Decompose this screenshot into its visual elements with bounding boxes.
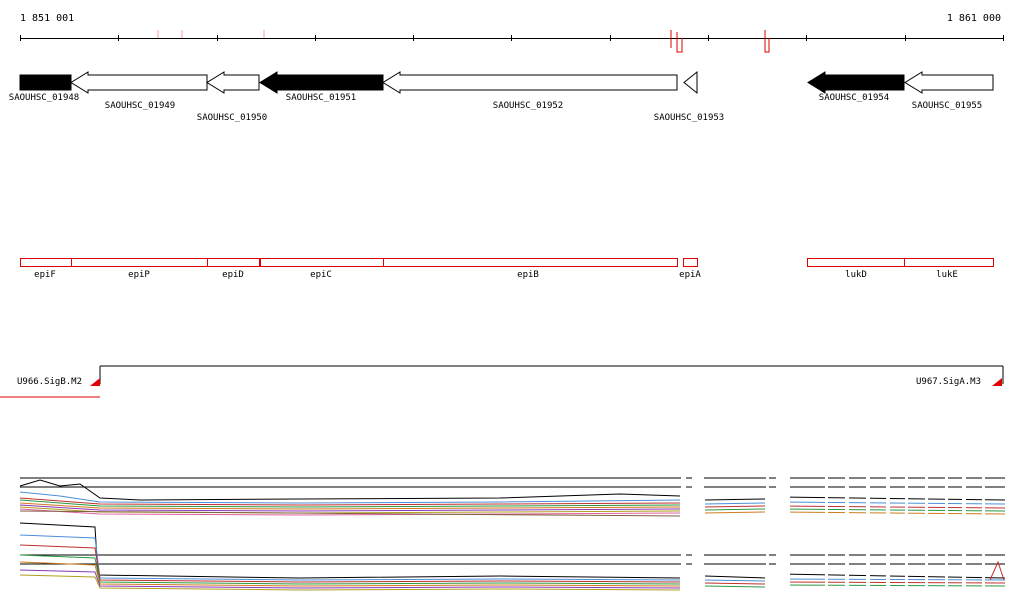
annotation-label-epiP: epiP [128,270,150,280]
gene-label-SAOUHSC_01952: SAOUHSC_01952 [492,101,564,111]
promoter-marker-left [90,378,100,386]
annotation-label-epiC: epiC [310,270,332,280]
genome-track-svg [0,30,1006,600]
promoter-label-left[interactable]: U966.SigB.M2 [17,377,82,387]
gene-arrow-SAOUHSC_01954 [807,71,905,94]
gene-arrow-SAOUHSC_01953 [683,70,698,95]
annotation-label-epiF: epiF [34,270,56,280]
gene-label-SAOUHSC_01948: SAOUHSC_01948 [8,93,80,103]
promoter-label-right[interactable]: U967.SigA.M3 [916,377,981,387]
gene-arrow-SAOUHSC_01950 [206,71,260,94]
coverage-track-2 [19,522,1006,591]
gene-label-SAOUHSC_01949: SAOUHSC_01949 [104,101,176,111]
annotation-box-epiB[interactable] [383,258,678,267]
annotation-box-lukD[interactable] [807,258,905,267]
annotation-box-epiC[interactable] [260,258,384,267]
gene-arrows [19,70,994,95]
coverage-track-1 [19,477,1006,517]
annotation-label-epiB: epiB [517,270,539,280]
annotation-box-epiA[interactable] [683,258,698,267]
annotation-box-epiP[interactable] [71,258,208,267]
annotation-label-lukE: lukE [936,270,958,280]
promoter-row [0,365,1004,398]
annotation-label-epiD: epiD [222,270,244,280]
gene-arrow-SAOUHSC_01951 [259,71,384,94]
promoter-marker-right [992,378,1002,386]
gene-arrow-SAOUHSC_01955 [904,71,994,94]
gene-label-SAOUHSC_01951: SAOUHSC_01951 [285,93,357,103]
ruler-marks [157,30,770,53]
annotation-box-epiF[interactable] [20,258,72,267]
gene-arrow-SAOUHSC_01952 [382,71,678,94]
annotation-label-lukD: lukD [845,270,867,280]
annotation-box-epiD[interactable] [207,258,260,267]
gene-arrow-SAOUHSC_01949 [70,71,208,94]
gene-label-SAOUHSC_01950: SAOUHSC_01950 [196,113,268,123]
gene-label-SAOUHSC_01953: SAOUHSC_01953 [653,113,725,123]
annotation-box-lukE[interactable] [904,258,994,267]
gene-arrow-SAOUHSC_01948 [19,74,72,91]
annotation-label-epiA: epiA [679,270,701,280]
gene-label-SAOUHSC_01955: SAOUHSC_01955 [911,101,983,111]
gene-label-SAOUHSC_01954: SAOUHSC_01954 [818,93,890,103]
